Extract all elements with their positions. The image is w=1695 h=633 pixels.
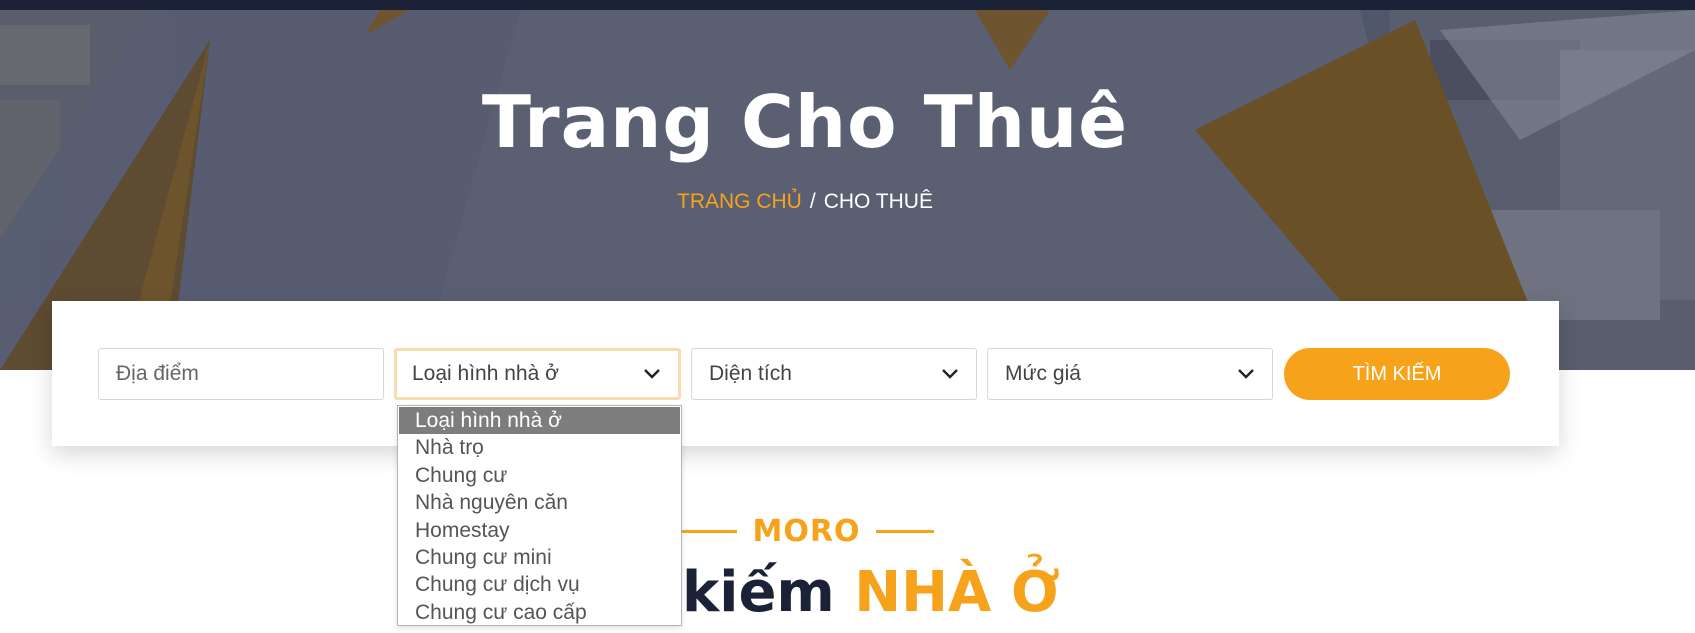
tag-line-left: [679, 529, 737, 533]
breadcrumb-current: CHO THUÊ: [823, 190, 933, 213]
breadcrumb-separator: /: [809, 190, 816, 213]
location-placeholder: Địa điểm: [116, 362, 199, 385]
dropdown-option[interactable]: Chung cư: [398, 462, 681, 489]
breadcrumb: TRANG CHỦ / CHO THUÊ: [0, 190, 1610, 214]
page-title: Trang Cho Thuê: [481, 80, 1129, 164]
chevron-down-icon: [942, 369, 958, 379]
area-value: Diện tích: [709, 362, 792, 385]
dropdown-option[interactable]: Chung cư mini: [398, 544, 681, 571]
price-select[interactable]: Mức giá: [987, 348, 1273, 400]
chevron-down-icon: [644, 369, 660, 379]
section-heading-accent: NHÀ Ở: [854, 560, 1060, 625]
section-heading-prefix: kiếm: [682, 560, 835, 625]
section-heading: kiếm NHÀ Ở: [682, 560, 1060, 625]
dropdown-option[interactable]: Chung cư dịch vụ: [398, 571, 681, 598]
price-value: Mức giá: [1005, 362, 1081, 385]
breadcrumb-home-link[interactable]: TRANG CHỦ: [677, 190, 802, 213]
dropdown-option[interactable]: Nhà trọ: [398, 434, 681, 461]
search-button[interactable]: TÌM KIẾM: [1284, 348, 1510, 400]
housing-type-value: Loại hình nhà ở: [412, 362, 559, 385]
housing-type-select[interactable]: Loại hình nhà ở: [394, 348, 681, 400]
top-navigation-bar: [0, 0, 1695, 10]
dropdown-option[interactable]: Loại hình nhà ở: [399, 407, 680, 435]
section-tag: MORO: [679, 511, 934, 551]
dropdown-option[interactable]: Homestay: [398, 517, 681, 544]
area-select[interactable]: Diện tích: [691, 348, 977, 400]
search-panel: Địa điểm Loại hình nhà ở Diện tích Mức g…: [52, 301, 1559, 446]
dropdown-option[interactable]: Chung cư cao cấp: [398, 599, 681, 626]
location-input[interactable]: Địa điểm: [98, 348, 384, 400]
housing-type-dropdown: Loại hình nhà ở Nhà trọ Chung cư Nhà ngu…: [397, 405, 682, 626]
section-tag-text: MORO: [752, 513, 861, 549]
dropdown-option[interactable]: Nhà nguyên căn: [398, 489, 681, 516]
tag-line-right: [876, 529, 934, 533]
chevron-down-icon: [1238, 369, 1254, 379]
